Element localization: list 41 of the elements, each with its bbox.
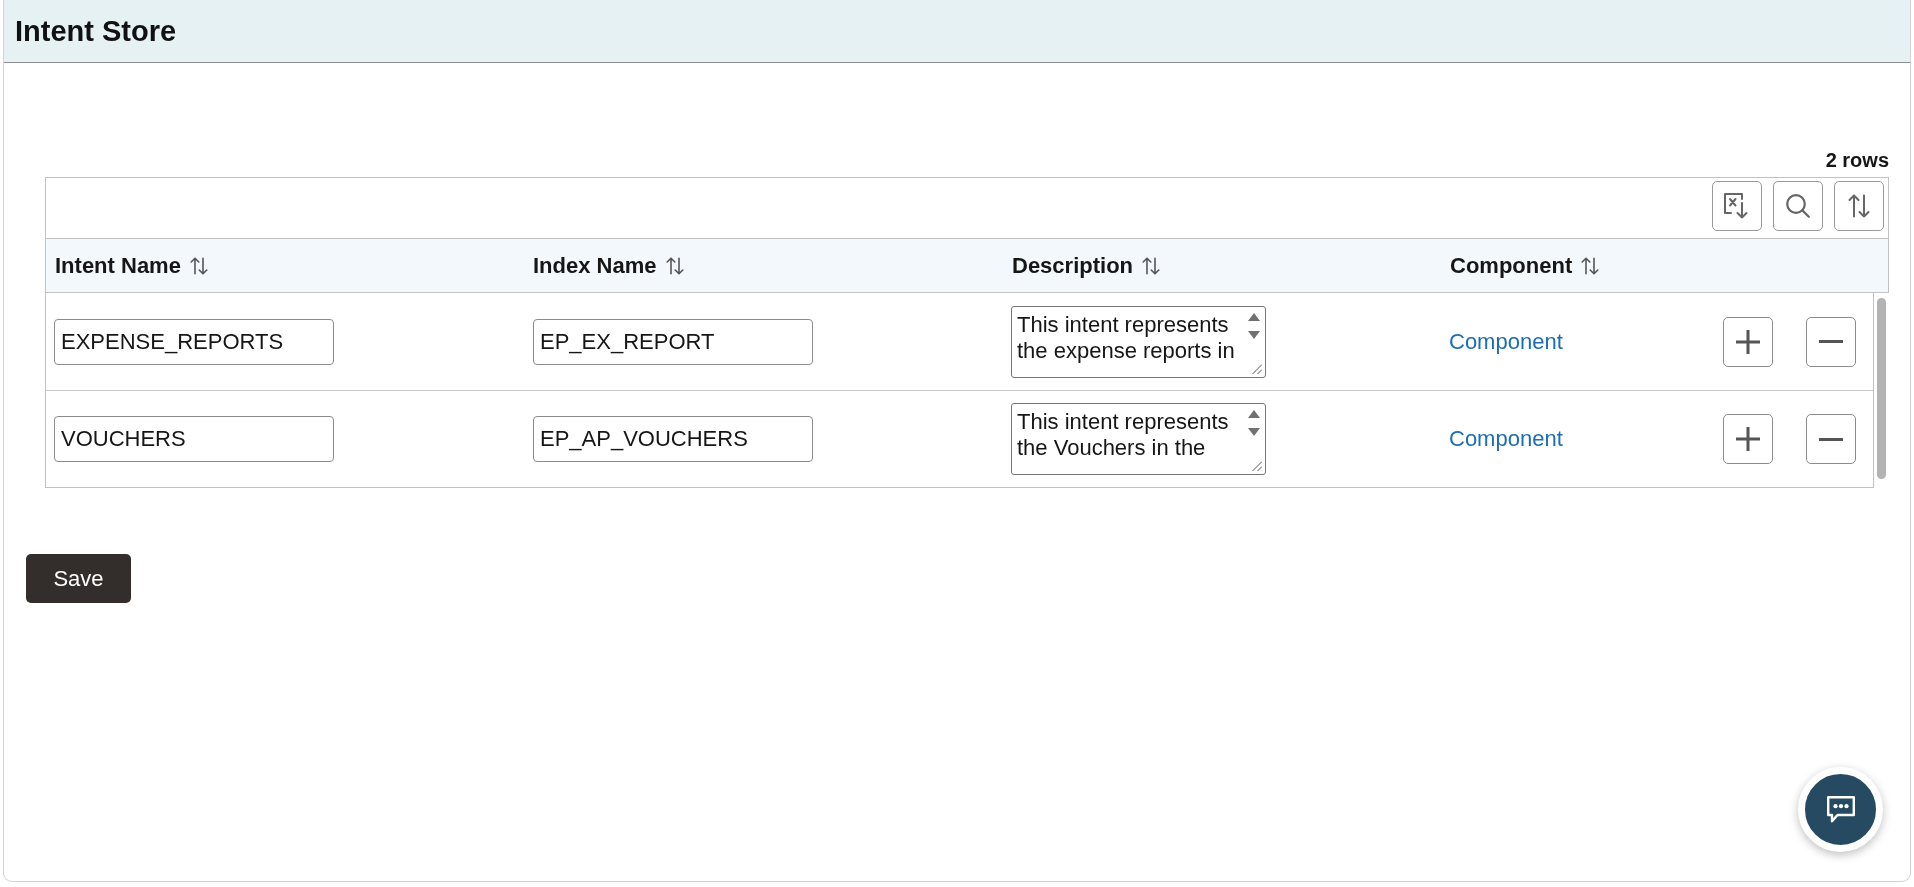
row-count: 2 rows — [1825, 148, 1889, 172]
up-triangle-icon — [1248, 410, 1260, 418]
description-field[interactable]: This intent represents the Vouchers in the — [1011, 403, 1266, 475]
sort-button[interactable] — [1834, 181, 1884, 231]
export-button[interactable] — [1712, 181, 1762, 231]
resize-grip-icon — [1252, 363, 1262, 374]
chat-icon — [1826, 796, 1855, 823]
search-button[interactable] — [1773, 181, 1823, 231]
sort-icon — [665, 256, 684, 275]
column-header[interactable]: Intent Name — [55, 252, 208, 279]
index-name-field[interactable]: EP_AP_VOUCHERS — [533, 416, 813, 462]
save-button[interactable]: Save — [26, 554, 131, 603]
sort-icon — [189, 256, 208, 275]
plus-icon — [1736, 329, 1760, 354]
plus-icon — [1736, 427, 1760, 451]
intent-name-field[interactable]: EXPENSE_REPORTS — [54, 318, 334, 365]
up-triangle-icon — [1248, 312, 1260, 321]
delete-row-button[interactable] — [1806, 414, 1856, 464]
search-icon — [1786, 194, 1810, 218]
resize-grip-icon — [1252, 461, 1262, 471]
column-header[interactable]: Index Name — [533, 252, 684, 279]
sort-icon — [1581, 256, 1600, 275]
sort-icon — [1848, 194, 1870, 218]
component-link[interactable]: Component — [1449, 328, 1563, 355]
page-title: Intent Store — [15, 14, 177, 48]
column-header[interactable]: Component — [1450, 252, 1600, 279]
down-triangle-icon — [1248, 428, 1260, 436]
add-row-button[interactable] — [1723, 316, 1773, 367]
description-field[interactable]: This intent represents the expense reports in — [1011, 305, 1266, 378]
delete-row-button[interactable] — [1806, 316, 1856, 367]
intent-name-field[interactable]: VOUCHERS — [54, 416, 334, 462]
component-link[interactable]: Component — [1449, 426, 1563, 452]
minus-icon — [1819, 437, 1843, 441]
down-triangle-icon — [1248, 330, 1260, 339]
export-icon — [1724, 193, 1750, 219]
index-name-field[interactable]: EP_EX_REPORT — [533, 318, 813, 365]
sort-icon — [1142, 256, 1161, 275]
add-row-button[interactable] — [1723, 414, 1773, 464]
column-header[interactable]: Description — [1012, 252, 1161, 279]
scrollbar-thumb[interactable] — [1877, 298, 1886, 479]
minus-icon — [1819, 340, 1843, 343]
